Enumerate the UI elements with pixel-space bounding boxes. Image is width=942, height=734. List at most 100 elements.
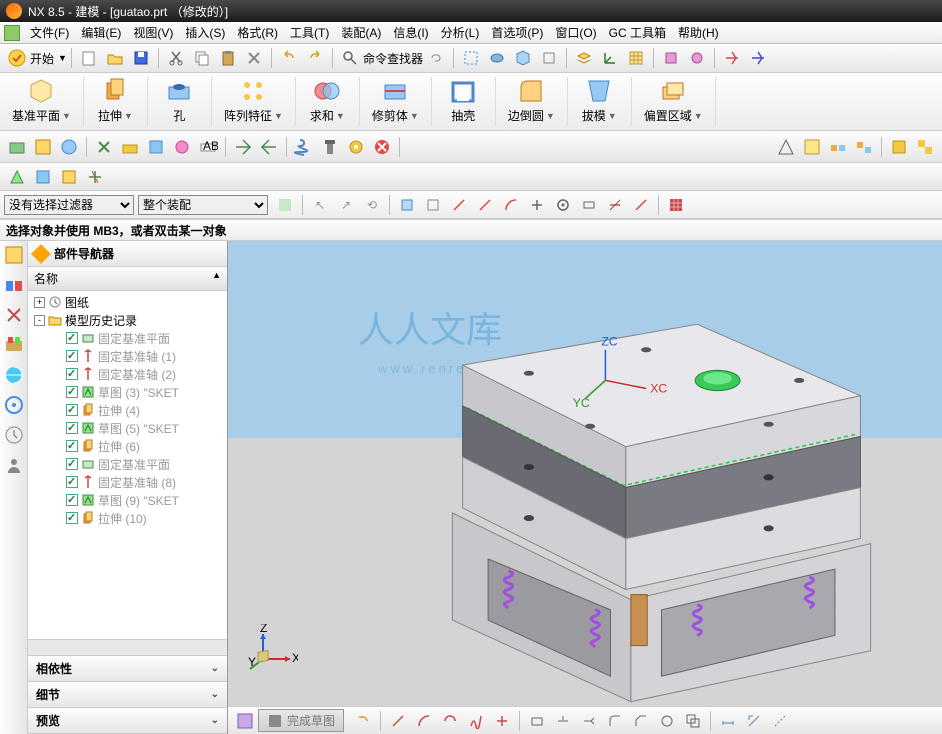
- layer-icon[interactable]: [572, 46, 596, 70]
- sf1-icon[interactable]: [273, 193, 297, 217]
- select-mode-icon[interactable]: [459, 46, 483, 70]
- render-icon[interactable]: [485, 46, 509, 70]
- finish-sketch-button[interactable]: 完成草图: [258, 709, 344, 732]
- checkbox[interactable]: [66, 332, 78, 344]
- rib-hole[interactable]: 孔: [148, 77, 212, 126]
- grid2-icon[interactable]: [800, 135, 824, 159]
- menu-info[interactable]: 信息(I): [387, 22, 434, 43]
- sk-arc-icon[interactable]: [412, 709, 436, 733]
- rib-extrude[interactable]: 拉伸▼: [84, 77, 148, 126]
- copy-icon[interactable]: [190, 46, 214, 70]
- filter-select[interactable]: 没有选择过滤器: [4, 195, 134, 215]
- shade-icon[interactable]: [511, 46, 535, 70]
- tree-label[interactable]: 拉伸 (6): [98, 438, 140, 455]
- tri-icon[interactable]: [774, 135, 798, 159]
- tree-label[interactable]: 图纸: [65, 294, 89, 311]
- asm2-icon[interactable]: [852, 135, 876, 159]
- rib-shell[interactable]: 抽壳: [432, 77, 496, 126]
- redo-icon[interactable]: [303, 46, 327, 70]
- sk-point-icon[interactable]: [490, 709, 514, 733]
- scope-select[interactable]: 整个装配: [138, 195, 268, 215]
- menu-format[interactable]: 格式(R): [231, 22, 284, 43]
- tree-label[interactable]: 固定基准轴 (2): [98, 366, 176, 383]
- tree-label[interactable]: 固定基准轴 (8): [98, 474, 176, 491]
- checkbox[interactable]: [66, 404, 78, 416]
- vtab-reuse-icon[interactable]: [4, 335, 24, 355]
- tree-label[interactable]: 拉伸 (10): [98, 510, 147, 527]
- sf-arc-icon[interactable]: [499, 193, 523, 217]
- sk-dim-icon[interactable]: [716, 709, 740, 733]
- menu-tools[interactable]: 工具(T): [284, 22, 335, 43]
- tree-label[interactable]: 草图 (9) "SKET: [98, 492, 179, 509]
- tree-label[interactable]: 草图 (5) "SKET: [98, 420, 179, 437]
- tool-c-icon[interactable]: [720, 46, 744, 70]
- menu-insert[interactable]: 插入(S): [179, 22, 231, 43]
- panel-deps[interactable]: 相依性⌄: [28, 656, 227, 682]
- grid-icon[interactable]: [624, 46, 648, 70]
- sf-rect-icon[interactable]: [577, 193, 601, 217]
- new-icon[interactable]: [77, 46, 101, 70]
- tt3-icon[interactable]: [57, 165, 81, 189]
- rib-trim[interactable]: 修剪体▼: [360, 77, 432, 126]
- vtab-web-icon[interactable]: [4, 365, 24, 385]
- st6-icon[interactable]: [144, 135, 168, 159]
- tt2-icon[interactable]: [31, 165, 55, 189]
- cmd-finder-label[interactable]: 命令查找器: [363, 50, 423, 67]
- sf-circle-icon[interactable]: [551, 193, 575, 217]
- tree-label[interactable]: 草图 (3) "SKET: [98, 384, 179, 401]
- checkbox[interactable]: [66, 512, 78, 524]
- tt1-icon[interactable]: [5, 165, 29, 189]
- vtab-asm-icon[interactable]: [4, 275, 24, 295]
- sk-const-icon[interactable]: [742, 709, 766, 733]
- wcs-icon[interactable]: [598, 46, 622, 70]
- menu-window[interactable]: 窗口(O): [549, 22, 602, 43]
- model-tree[interactable]: +图纸-模型历史记录固定基准平面固定基准轴 (1)固定基准轴 (2)草图 (3)…: [28, 291, 227, 639]
- delete-icon[interactable]: [242, 46, 266, 70]
- sk-rect-icon[interactable]: [525, 709, 549, 733]
- cmd-finder-icon[interactable]: [338, 46, 362, 70]
- st4-icon[interactable]: [92, 135, 116, 159]
- rib-pattern[interactable]: 阵列特征▼: [212, 77, 296, 126]
- rib-datum-plane[interactable]: 基准平面▼: [0, 77, 84, 126]
- tree-label[interactable]: 固定基准平面: [98, 330, 170, 347]
- gear-icon[interactable]: [344, 135, 368, 159]
- checkbox[interactable]: [66, 440, 78, 452]
- menu-view[interactable]: 视图(V): [127, 22, 179, 43]
- menu-edit[interactable]: 编辑(E): [75, 22, 127, 43]
- checkbox[interactable]: [66, 494, 78, 506]
- sk-line-icon[interactable]: [386, 709, 410, 733]
- tool-a-icon[interactable]: [659, 46, 683, 70]
- tree-hscroll[interactable]: [28, 639, 227, 655]
- tree-label[interactable]: 拉伸 (4): [98, 402, 140, 419]
- tree-label[interactable]: 固定基准轴 (1): [98, 348, 176, 365]
- sf6-icon[interactable]: [421, 193, 445, 217]
- menu-help[interactable]: 帮助(H): [672, 22, 725, 43]
- vtab-roles-icon[interactable]: [4, 455, 24, 475]
- checkbox[interactable]: [66, 386, 78, 398]
- checkbox[interactable]: [66, 476, 78, 488]
- panel-details[interactable]: 细节⌄: [28, 682, 227, 708]
- st3-icon[interactable]: [57, 135, 81, 159]
- col-name[interactable]: 名称: [34, 270, 58, 287]
- sk-chamfer-icon[interactable]: [629, 709, 653, 733]
- sf-line-icon[interactable]: [447, 193, 471, 217]
- wireframe-icon[interactable]: [537, 46, 561, 70]
- menu-gctools[interactable]: GC 工具箱: [603, 22, 672, 43]
- cancel-icon[interactable]: [370, 135, 394, 159]
- sf4-icon[interactable]: ⟲: [360, 193, 384, 217]
- sf-line2-icon[interactable]: [473, 193, 497, 217]
- sk-spline-icon[interactable]: [464, 709, 488, 733]
- st5-icon[interactable]: [118, 135, 142, 159]
- expand-icon[interactable]: -: [34, 315, 45, 326]
- menu-prefs[interactable]: 首选项(P): [485, 22, 549, 43]
- menu-analysis[interactable]: 分析(L): [435, 22, 486, 43]
- pin-icon[interactable]: [31, 244, 51, 264]
- rib-edge-blend[interactable]: 边倒圆▼: [496, 77, 568, 126]
- checkbox[interactable]: [66, 350, 78, 362]
- rib-offset-region[interactable]: 偏置区域▼: [632, 77, 716, 126]
- rib-unite[interactable]: 求和▼: [296, 77, 360, 126]
- st2-icon[interactable]: [31, 135, 55, 159]
- sf2-icon[interactable]: ↖: [308, 193, 332, 217]
- sk-fillet-icon[interactable]: [603, 709, 627, 733]
- cut-icon[interactable]: [164, 46, 188, 70]
